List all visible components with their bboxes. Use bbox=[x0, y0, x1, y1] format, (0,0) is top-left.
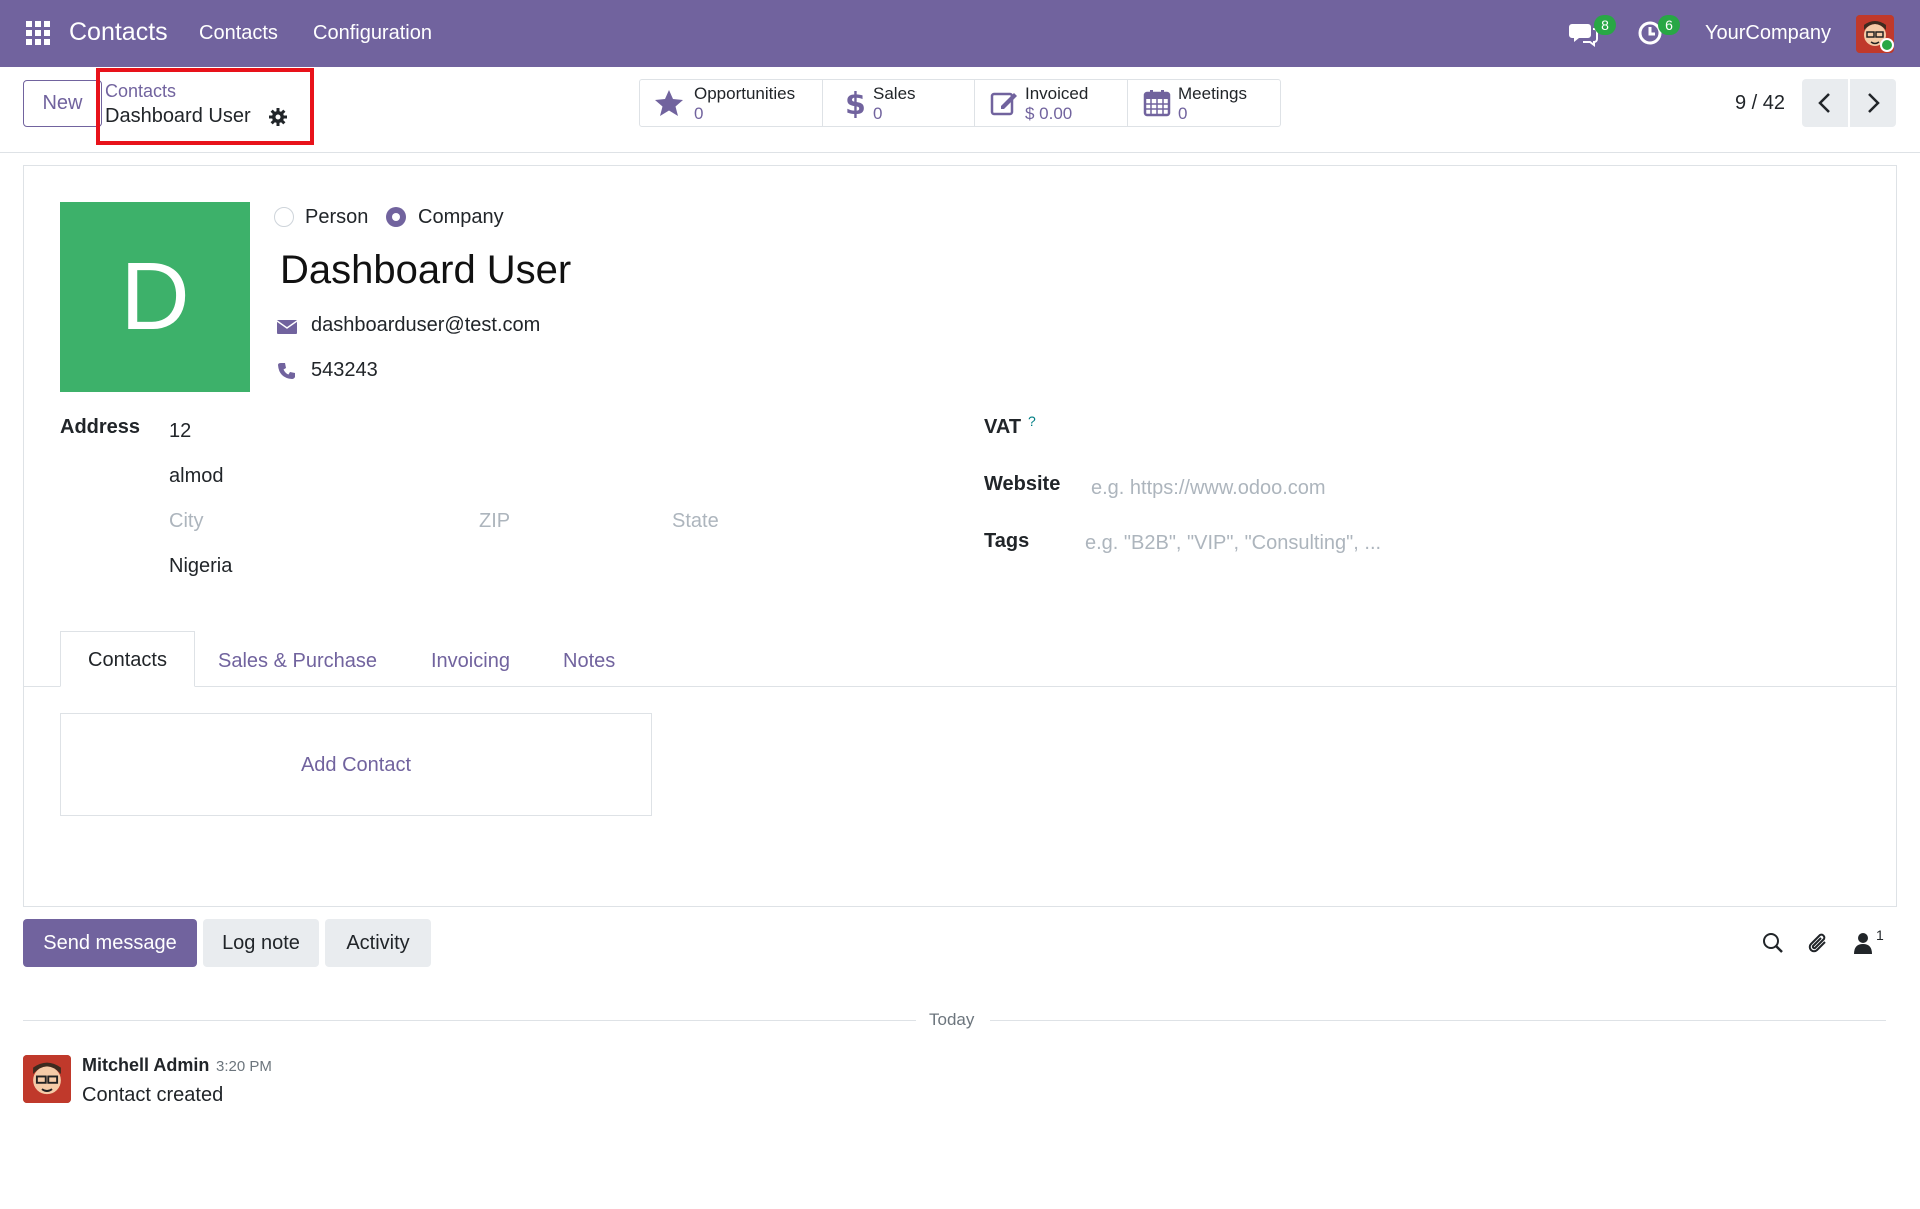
new-button[interactable]: New bbox=[23, 80, 102, 127]
gear-icon[interactable] bbox=[268, 107, 288, 127]
top-navbar: Contacts Contacts Configuration 8 6 Your… bbox=[0, 0, 1920, 67]
breadcrumb-parent[interactable]: Contacts bbox=[105, 81, 176, 102]
menu-configuration[interactable]: Configuration bbox=[313, 22, 432, 45]
person-radio-label[interactable]: Person bbox=[305, 206, 368, 229]
meetings-label: Meetings bbox=[1178, 84, 1247, 103]
menu-contacts[interactable]: Contacts bbox=[199, 22, 278, 45]
search-icon[interactable] bbox=[1760, 930, 1786, 956]
invoiced-button[interactable]: Invoiced $ 0.00 bbox=[975, 80, 1128, 126]
sales-label: Sales bbox=[873, 84, 916, 103]
tags-label: Tags bbox=[984, 530, 1030, 552]
tab-invoicing[interactable]: Invoicing bbox=[431, 650, 510, 673]
invoiced-value: $ 0.00 bbox=[1025, 104, 1073, 123]
street2-field[interactable]: almod bbox=[169, 465, 223, 488]
dollar-icon: $ bbox=[845, 88, 866, 118]
street-field[interactable]: 12 bbox=[169, 420, 191, 443]
pager-value[interactable]: 9 / 42 bbox=[1735, 92, 1785, 115]
company-radio-label[interactable]: Company bbox=[418, 206, 504, 229]
partner-name-field[interactable]: Dashboard User bbox=[280, 248, 571, 293]
star-icon bbox=[655, 90, 683, 116]
pager-next-button[interactable] bbox=[1850, 79, 1896, 127]
tab-notes[interactable]: Notes bbox=[563, 650, 615, 673]
calendar-icon bbox=[1143, 90, 1171, 117]
opportunities-value: 0 bbox=[694, 104, 704, 123]
phone-icon bbox=[278, 363, 295, 379]
state-field[interactable]: State bbox=[672, 510, 719, 533]
activities-badge: 6 bbox=[1658, 15, 1680, 35]
company-radio[interactable] bbox=[386, 207, 406, 227]
svg-text:$: $ bbox=[845, 88, 866, 118]
date-separator-line-right bbox=[990, 1020, 1886, 1021]
message-time: 3:20 PM bbox=[216, 1058, 272, 1075]
website-field[interactable]: e.g. https://www.odoo.com bbox=[1091, 477, 1326, 500]
envelope-icon bbox=[277, 320, 297, 334]
tabs-divider bbox=[24, 686, 1896, 687]
smart-buttons: Opportunities 0 $ Sales 0 Invoiced $ 0.0… bbox=[639, 79, 1281, 127]
activity-button[interactable]: Activity bbox=[325, 919, 431, 967]
online-status-dot bbox=[1880, 38, 1894, 52]
app-name[interactable]: Contacts bbox=[69, 18, 168, 47]
email-field[interactable]: dashboarduser@test.com bbox=[311, 314, 540, 337]
grid-apps-icon[interactable] bbox=[26, 21, 50, 45]
breadcrumb-current: Dashboard User bbox=[105, 105, 251, 127]
vat-label: VAT bbox=[984, 416, 1022, 438]
messages-badge: 8 bbox=[1594, 15, 1616, 35]
sales-button[interactable]: $ Sales 0 bbox=[823, 80, 975, 126]
meetings-value: 0 bbox=[1178, 104, 1188, 123]
partner-avatar[interactable]: D bbox=[60, 202, 250, 392]
followers-count: 1 bbox=[1876, 927, 1884, 943]
message-body: Contact created bbox=[82, 1084, 224, 1106]
company-switcher[interactable]: YourCompany bbox=[1705, 22, 1831, 45]
tags-field[interactable]: e.g. "B2B", "VIP", "Consulting", ... bbox=[1085, 532, 1381, 555]
city-field[interactable]: City bbox=[169, 510, 203, 533]
tab-contacts[interactable]: Contacts bbox=[60, 631, 195, 687]
opportunities-label: Opportunities bbox=[694, 84, 796, 103]
chevron-left-icon bbox=[1818, 93, 1830, 113]
website-label: Website bbox=[984, 473, 1061, 495]
log-note-button[interactable]: Log note bbox=[203, 919, 319, 967]
tab-sales-purchase[interactable]: Sales & Purchase bbox=[218, 650, 377, 673]
address-label: Address bbox=[60, 416, 141, 438]
send-message-button[interactable]: Send message bbox=[23, 919, 197, 967]
vat-help-tooltip[interactable]: ? bbox=[1028, 413, 1036, 429]
message-author[interactable]: Mitchell Admin bbox=[82, 1055, 209, 1076]
meetings-button[interactable]: Meetings 0 bbox=[1128, 80, 1280, 126]
date-separator: Today bbox=[929, 1010, 975, 1029]
invoice-edit-icon bbox=[990, 92, 1017, 116]
pager-previous-button[interactable] bbox=[1802, 79, 1848, 127]
zip-field[interactable]: ZIP bbox=[479, 510, 510, 533]
author-avatar-image bbox=[23, 1055, 71, 1103]
paperclip-icon[interactable] bbox=[1806, 930, 1832, 956]
opportunities-button[interactable]: Opportunities 0 bbox=[640, 80, 823, 126]
person-radio[interactable] bbox=[274, 207, 294, 227]
chevron-right-icon bbox=[1868, 93, 1880, 113]
follower-icon[interactable] bbox=[1852, 930, 1878, 956]
date-separator-line-left bbox=[23, 1020, 916, 1021]
country-field[interactable]: Nigeria bbox=[169, 555, 232, 578]
message-author-avatar[interactable] bbox=[23, 1055, 71, 1103]
sales-value: 0 bbox=[873, 104, 883, 123]
invoiced-label: Invoiced bbox=[1025, 84, 1089, 103]
phone-field[interactable]: 543243 bbox=[311, 359, 378, 382]
add-contact-button[interactable]: Add Contact bbox=[60, 713, 652, 816]
